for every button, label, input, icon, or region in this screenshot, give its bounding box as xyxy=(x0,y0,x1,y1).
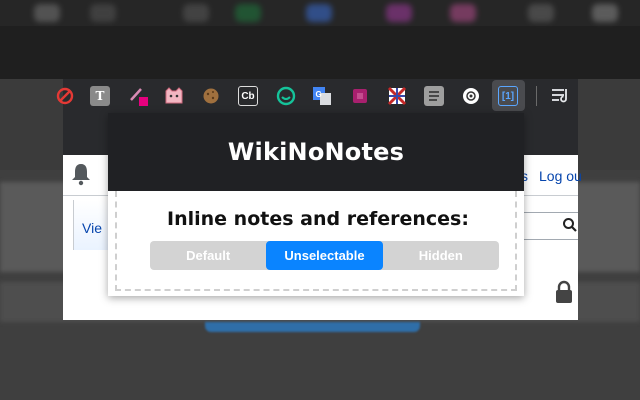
option-hidden-button[interactable]: Hidden xyxy=(383,241,499,270)
pen-badge-icon[interactable] xyxy=(128,86,148,106)
grammarly-icon[interactable] xyxy=(276,86,296,106)
options-label: Inline notes and references: xyxy=(167,208,469,230)
flag-icon[interactable] xyxy=(387,86,407,106)
blurred-tab-icon xyxy=(386,4,412,22)
blurred-tab-icon xyxy=(235,4,261,22)
text-tool-icon[interactable]: T xyxy=(90,86,110,106)
blurred-tab-icon xyxy=(592,4,618,22)
reading-list-icon[interactable] xyxy=(550,86,570,106)
search-icon[interactable] xyxy=(560,215,580,235)
blurred-tab-icon xyxy=(183,4,209,22)
blurred-blue-button xyxy=(205,322,420,332)
translate-icon[interactable]: G xyxy=(312,86,332,106)
circle-icon[interactable] xyxy=(461,86,481,106)
wikinonotes-popup: WikiNoNotes Inline notes and references:… xyxy=(108,113,524,296)
logout-link[interactable]: Log ou xyxy=(539,168,582,184)
lock-icon xyxy=(555,280,573,304)
cookie-icon[interactable] xyxy=(201,86,221,106)
blurred-tab-icon xyxy=(450,4,476,22)
blurred-tab-icon xyxy=(34,4,60,22)
popup-title: WikiNoNotes xyxy=(227,138,405,166)
popup-body: Inline notes and references: Default Uns… xyxy=(115,191,517,291)
block-icon[interactable] xyxy=(55,86,75,106)
cb-label: Cb xyxy=(241,90,255,102)
option-unselectable-button[interactable]: Unselectable xyxy=(266,241,383,270)
blurred-tab-icon xyxy=(306,4,332,22)
svg-text:G: G xyxy=(316,90,322,99)
option-default-button[interactable]: Default xyxy=(150,241,266,270)
mode-selector: Default Unselectable Hidden xyxy=(150,241,499,270)
wikinonotes-icon-label: [1] xyxy=(501,90,515,102)
cat-icon[interactable] xyxy=(164,86,184,106)
blurred-tab-icon xyxy=(90,4,116,22)
document-icon[interactable] xyxy=(424,86,444,106)
square-icon[interactable] xyxy=(350,86,370,106)
text-tool-letter: T xyxy=(95,89,105,103)
wikinonotes-icon[interactable]: [1] xyxy=(498,86,518,106)
tab-view-label[interactable]: Vie xyxy=(82,220,102,236)
cb-icon[interactable]: Cb xyxy=(238,86,258,106)
blurred-tab-icon xyxy=(528,4,554,22)
bell-icon[interactable] xyxy=(70,162,92,186)
popup-header: WikiNoNotes xyxy=(108,113,524,191)
toolbar-divider xyxy=(536,86,537,106)
